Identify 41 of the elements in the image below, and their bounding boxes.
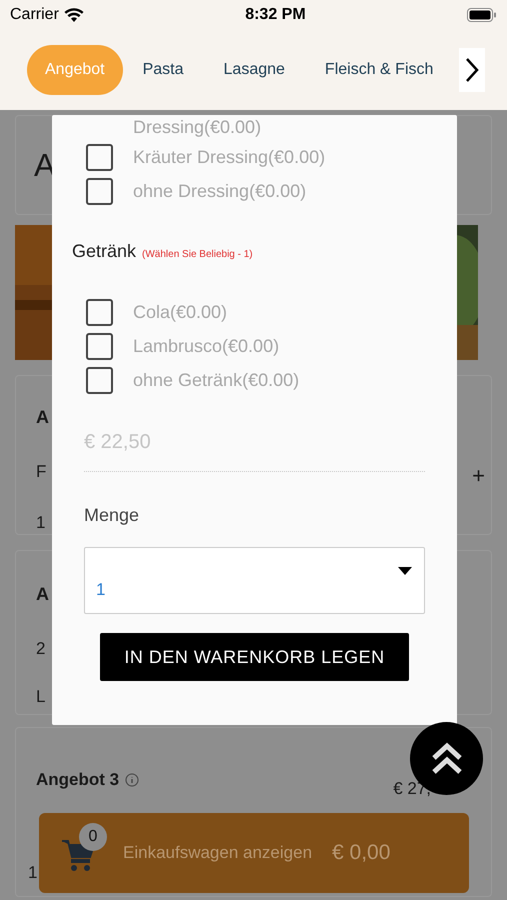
scroll-right-button[interactable]	[459, 48, 486, 92]
option-label: ohne Dressing(€0.00)	[133, 180, 306, 203]
category-tab[interactable]: Pasta	[122, 45, 204, 95]
wifi-icon	[64, 8, 84, 22]
option-label: Dressing(€0.00)	[133, 116, 262, 138]
cart-label: Einkaufswagen anzeigen	[123, 842, 312, 864]
cart-bar[interactable]: 0 Einkaufswagen anzeigen € 0,00	[39, 813, 469, 893]
option-label: Lambrusco(€0.00)	[133, 334, 280, 358]
offer-text: 1	[36, 512, 46, 534]
info-icon	[125, 772, 140, 787]
cart-total: € 0,00	[332, 840, 390, 866]
offer-text: 1	[28, 862, 38, 884]
offer-title: A	[36, 406, 49, 429]
offer-title: A	[36, 583, 49, 606]
checkbox[interactable]	[86, 298, 113, 326]
checkbox[interactable]	[86, 178, 113, 204]
battery-icon	[466, 8, 497, 22]
group-note: (Wählen Sie Beliebig - 1)	[142, 248, 253, 262]
cart-count-badge: 0	[79, 823, 107, 851]
quantity-label: Menge	[84, 504, 140, 527]
plus-button[interactable]: +	[472, 459, 485, 492]
option-label: Cola(€0.00)	[133, 300, 228, 324]
chevron-right-icon	[465, 57, 480, 83]
category-tab[interactable]: Lasagne	[204, 45, 305, 95]
checkbox[interactable]	[86, 332, 113, 360]
offer-title: Angebot 3	[36, 769, 120, 791]
quantity-select[interactable]: 1	[84, 547, 425, 614]
group-title: Getränk	[72, 240, 136, 263]
checkbox[interactable]	[86, 144, 113, 170]
option-label: ohne Getränk(€0.00)	[133, 368, 300, 392]
checkbox[interactable]	[86, 366, 113, 394]
caret-down-icon	[398, 566, 412, 574]
offer-text: F	[36, 461, 46, 483]
option-label: Kräuter Dressing(€0.00)	[133, 146, 326, 169]
clock-text: 8:32 PM	[245, 5, 306, 25]
add-to-cart-button[interactable]: IN DEN WARENKORB LEGEN	[100, 633, 409, 681]
double-chevron-up-icon	[430, 742, 462, 776]
offer-text: L	[36, 686, 46, 708]
offer-text: 2	[36, 638, 46, 660]
carrier-text: Carrier	[10, 5, 59, 25]
category-tab[interactable]: Fleisch & Fisch	[304, 45, 454, 95]
